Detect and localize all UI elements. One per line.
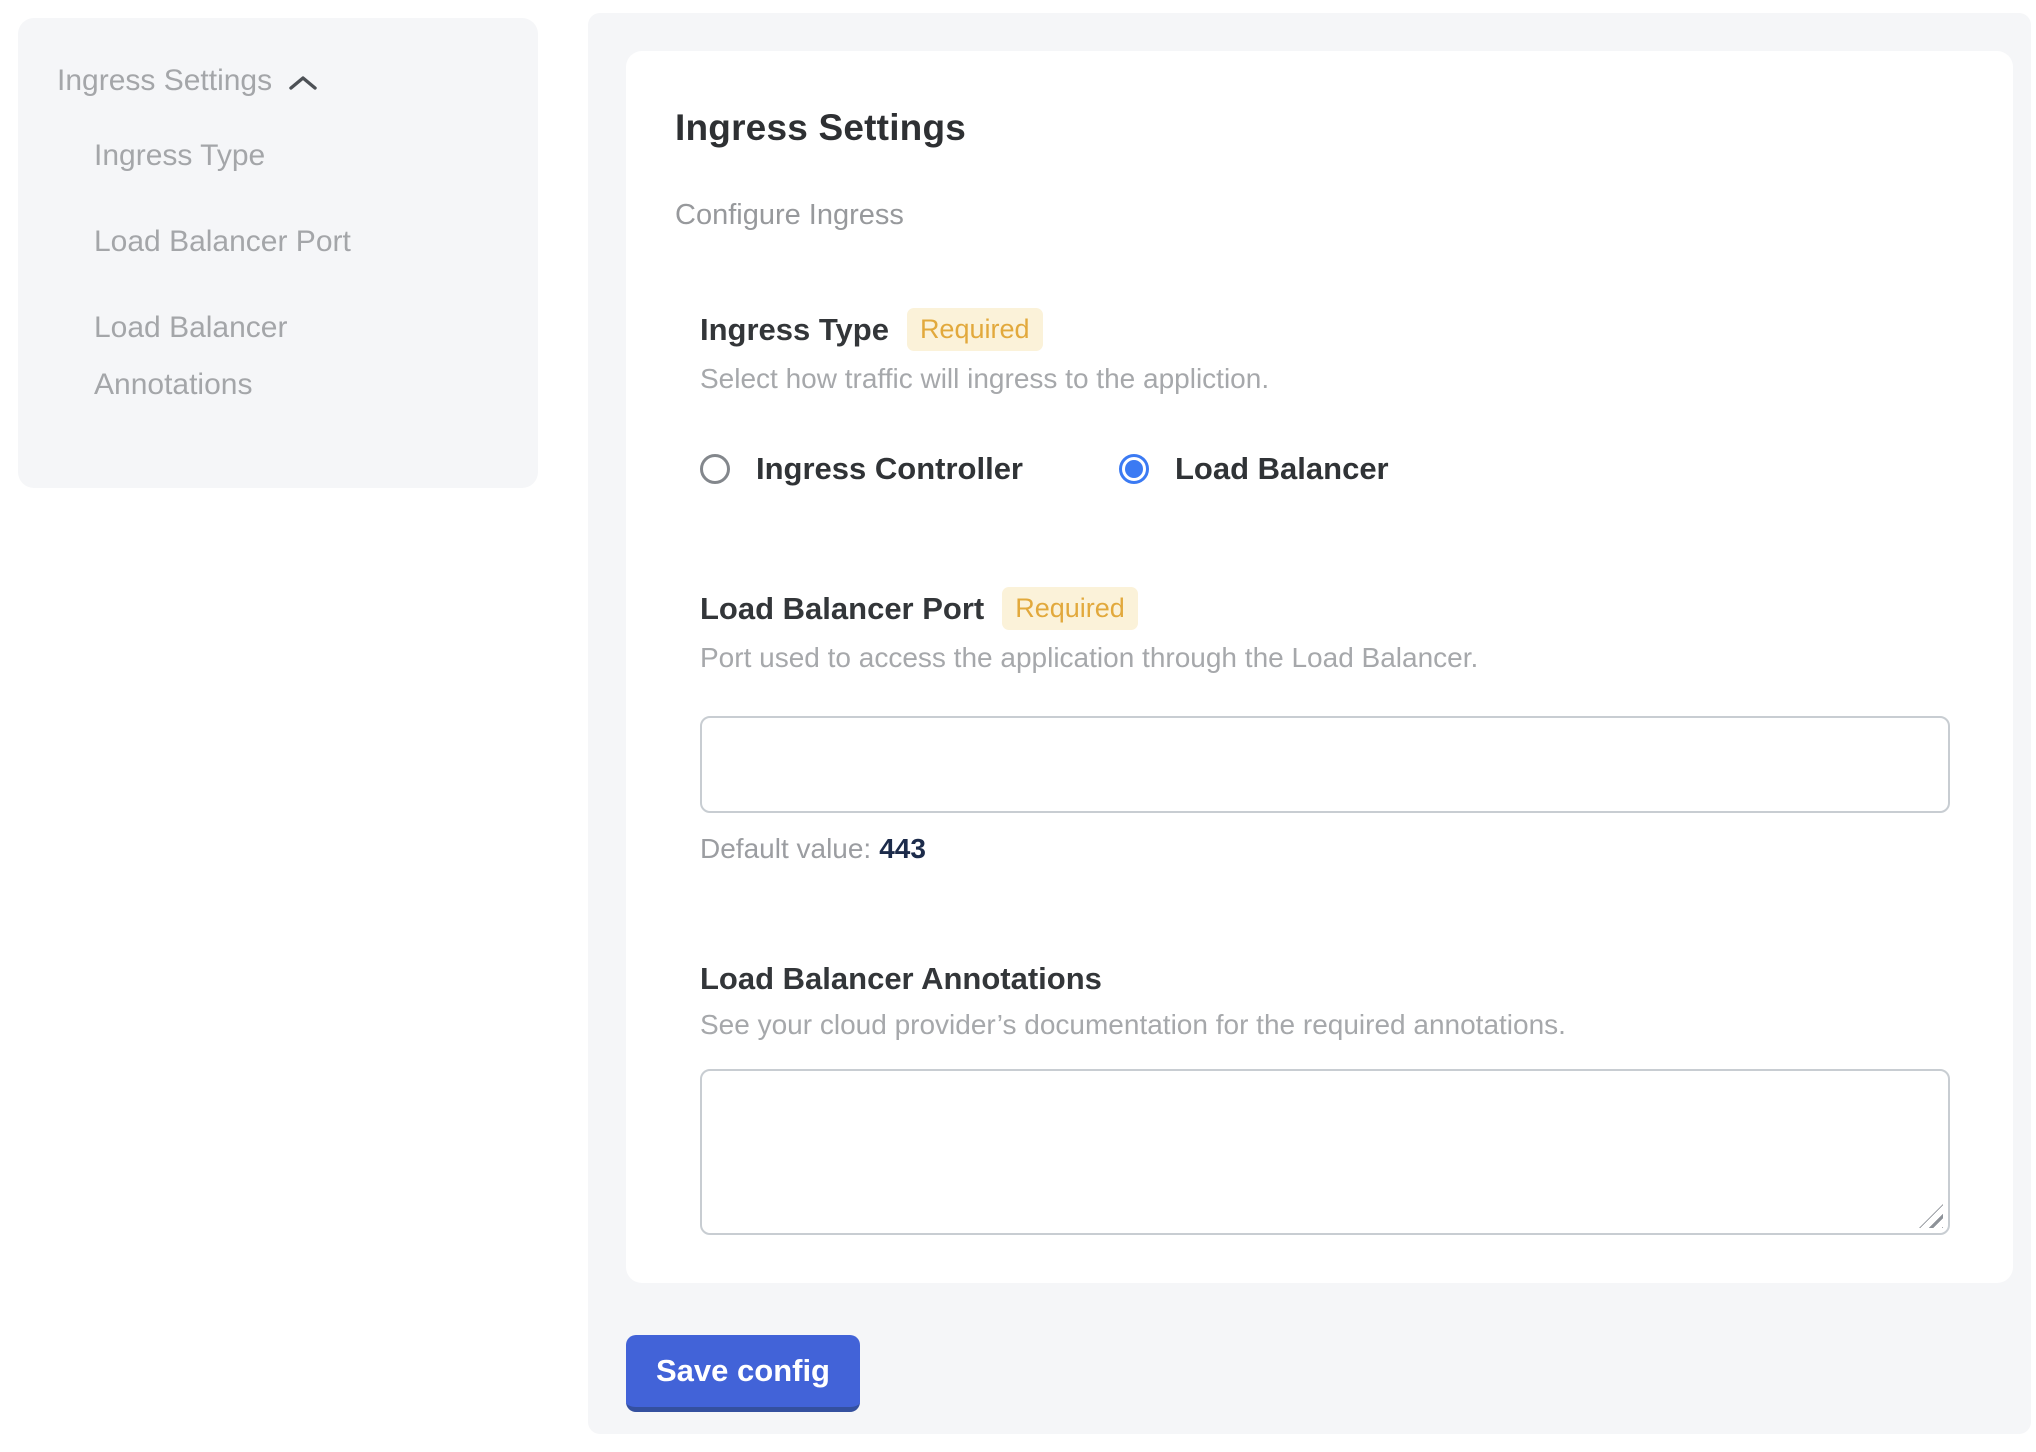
- load-balancer-port-input[interactable]: [700, 716, 1950, 813]
- save-config-button[interactable]: Save config: [626, 1335, 860, 1412]
- load-balancer-port-description: Port used to access the application thro…: [700, 642, 1950, 674]
- sidebar-item-ingress-type[interactable]: Ingress Type: [94, 127, 434, 184]
- field-label-row: Ingress Type Required: [700, 308, 1950, 351]
- default-value-hint: Default value: 443: [700, 833, 1950, 865]
- radio-icon: [1119, 454, 1149, 484]
- load-balancer-annotations-label: Load Balancer Annotations: [700, 961, 1102, 997]
- required-badge: Required: [1002, 587, 1138, 630]
- ingress-type-radio-group: Ingress Controller Load Balancer: [700, 451, 1950, 487]
- field-load-balancer-annotations: Load Balancer Annotations See your cloud…: [700, 961, 1950, 1235]
- default-value-label: Default value:: [700, 833, 871, 864]
- radio-label: Load Balancer: [1175, 451, 1389, 487]
- field-label-row: Load Balancer Annotations: [700, 961, 1950, 997]
- main-panel: Ingress Settings Configure Ingress Ingre…: [588, 13, 2031, 1434]
- default-value-number: 443: [879, 833, 926, 864]
- field-label-row: Load Balancer Port Required: [700, 587, 1950, 630]
- required-badge: Required: [907, 308, 1043, 351]
- load-balancer-annotations-description: See your cloud provider’s documentation …: [700, 1009, 1950, 1041]
- annotations-textarea[interactable]: [700, 1069, 1950, 1235]
- settings-nav-sidebar: Ingress Settings Ingress Type Load Balan…: [18, 18, 538, 488]
- chevron-up-icon: [288, 74, 318, 92]
- load-balancer-port-label: Load Balancer Port: [700, 591, 984, 627]
- sidebar-item-load-balancer-annotations[interactable]: Load Balancer Annotations: [94, 299, 434, 413]
- page-subtitle: Configure Ingress: [675, 199, 1950, 232]
- radio-icon: [700, 454, 730, 484]
- sidebar-group-ingress-settings[interactable]: Ingress Settings: [57, 64, 508, 98]
- ingress-settings-card: Ingress Settings Configure Ingress Ingre…: [626, 51, 2013, 1283]
- page-title: Ingress Settings: [675, 107, 1950, 149]
- radio-option-load-balancer[interactable]: Load Balancer: [1119, 451, 1389, 487]
- sidebar-group-label: Ingress Settings: [57, 64, 272, 98]
- field-ingress-type: Ingress Type Required Select how traffic…: [700, 308, 1950, 487]
- ingress-type-description: Select how traffic will ingress to the a…: [700, 363, 1950, 395]
- field-load-balancer-port: Load Balancer Port Required Port used to…: [700, 587, 1950, 865]
- ingress-type-label: Ingress Type: [700, 312, 889, 348]
- annotations-textarea-wrap: [700, 1069, 1950, 1235]
- sidebar-items: Ingress Type Load Balancer Port Load Bal…: [94, 127, 508, 413]
- sidebar-item-load-balancer-port[interactable]: Load Balancer Port: [94, 213, 434, 270]
- radio-label: Ingress Controller: [756, 451, 1023, 487]
- radio-option-ingress-controller[interactable]: Ingress Controller: [700, 451, 1023, 487]
